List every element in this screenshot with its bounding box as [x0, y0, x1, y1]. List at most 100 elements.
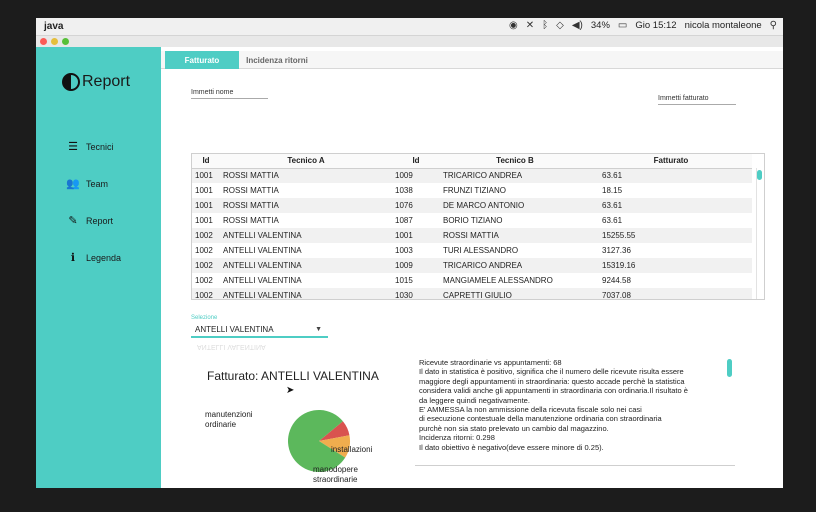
- table-cell: BORIO TIZIANO: [443, 216, 503, 225]
- table-cell: 15319.16: [590, 258, 752, 273]
- table-row[interactable]: 1002 ANTELLI VALENTINA 1003 TURI ALESSANDRO…: [192, 243, 752, 258]
- table-cell: 1001: [195, 186, 213, 195]
- tab-bar: Fatturato Incidenza ritorni: [161, 51, 783, 69]
- selected-value: ANTELLI VALENTINA: [195, 325, 274, 334]
- info-textarea[interactable]: Ricevute straordinarie vs appuntamenti: …: [415, 356, 735, 466]
- bluetooth-icon[interactable]: ᛒ: [542, 20, 548, 31]
- table-cell: 1002: [192, 288, 220, 299]
- table-cell: 1001: [195, 216, 213, 225]
- table-row[interactable]: 1002 ANTELLI VALENTINA 1001 ROSSI MATTIA 152…: [192, 228, 752, 243]
- user-name[interactable]: nicola montaleone: [685, 20, 762, 31]
- info-icon: ℹ: [70, 252, 76, 264]
- header-tecnico-a[interactable]: Tecnico A: [220, 154, 392, 169]
- table-cell: 1003: [395, 246, 413, 255]
- table-cell: 1015: [395, 276, 413, 285]
- battery-icon[interactable]: ▭: [618, 20, 627, 31]
- table-scrollbar[interactable]: [756, 168, 763, 299]
- info-line: Incidenza ritorni: 0.298: [419, 433, 495, 443]
- table-row[interactable]: 1002 ANTELLI VALENTINA 1015 MANGIAMELE ALES…: [192, 273, 752, 288]
- table-cell: 18.15: [602, 186, 623, 195]
- header-tecnico-b[interactable]: Tecnico B: [440, 154, 590, 169]
- table-cell: FRUNZI TIZIANO: [443, 186, 506, 195]
- table-cell: DE MARCO ANTONIO: [440, 198, 590, 213]
- status-area: ◉ ✕ ᛒ ◇ ◀) 34% ▭ Gio 15:12 nicola montal…: [509, 20, 777, 31]
- table-cell: 1030: [392, 288, 440, 299]
- table-cell: 63.61: [590, 198, 752, 213]
- info-line: considera validi anche gli appuntamenti …: [419, 386, 688, 396]
- volume-icon[interactable]: ◀): [572, 20, 583, 31]
- list-icon: ☰: [68, 141, 78, 153]
- title-bar: [36, 36, 783, 47]
- table-row[interactable]: 1002 ANTELLI VALENTINA 1009 TRICARICO ANDRE…: [192, 258, 752, 273]
- screen: java ◉ ✕ ᛒ ◇ ◀) 34% ▭ Gio 15:12 nicola m…: [0, 0, 816, 512]
- table-cell: 1038: [395, 186, 413, 195]
- logo: Report: [62, 73, 130, 91]
- table-row[interactable]: 1001 ROSSI MATTIA 1076 DE MARCO ANTONIO 63.6…: [192, 198, 752, 213]
- info-line: Il dato obiettivo è negativo(deve essere…: [419, 442, 604, 452]
- info-line: da leggere quindi negativamente.: [419, 395, 530, 405]
- table-cell: 1002: [195, 276, 213, 285]
- info-line: di esecuzione contestuale della manutenz…: [419, 414, 662, 424]
- users-icon: 👥: [66, 178, 80, 190]
- wifi-icon[interactable]: ◇: [556, 20, 564, 31]
- table-cell: TRICARICO ANDREA: [440, 168, 590, 183]
- tools-icon[interactable]: ✕: [526, 20, 534, 31]
- table-cell: 3127.36: [602, 246, 631, 255]
- results-table[interactable]: Id Tecnico A Id Tecnico B Fatturato 1001…: [191, 153, 765, 300]
- selection-label: Selezione: [191, 315, 218, 321]
- sidebar-item-tecnici[interactable]: ☰ Tecnici: [66, 140, 113, 153]
- table-row[interactable]: 1001 ROSSI MATTIA 1087 BORIO TIZIANO 63.61: [192, 213, 752, 228]
- record-icon[interactable]: ◉: [509, 20, 518, 31]
- header-fatturato[interactable]: Fatturato: [590, 154, 752, 169]
- tecnico-select[interactable]: ANTELLI VALENTINA ▼: [191, 322, 328, 338]
- app-window: Report ☰ Tecnici 👥 Team ✎ Report ℹ Legen…: [36, 36, 783, 488]
- minimize-button[interactable]: [51, 38, 58, 45]
- table-cell: MANGIAMELE ALESSANDRO: [443, 276, 553, 285]
- sidebar-item-report[interactable]: ✎ Report: [66, 214, 113, 227]
- sidebar-item-label: Team: [86, 178, 109, 189]
- table-cell: 1002: [195, 246, 213, 255]
- table-cell: ANTELLI VALENTINA: [223, 246, 302, 255]
- table-cell: TRICARICO ANDREA: [440, 258, 590, 273]
- table-body: 1001 ROSSI MATTIA 1009 TRICARICO ANDREA 63.6…: [192, 168, 752, 299]
- table-cell: CAPRETTI GIULIO: [440, 288, 590, 299]
- table-row[interactable]: 1002 ANTELLI VALENTINA 1030 CAPRETTI GIULIO…: [192, 288, 752, 299]
- table-row[interactable]: 1001 ROSSI MATTIA 1038 FRUNZI TIZIANO 18.15: [192, 183, 752, 198]
- table-cell: 1001: [392, 228, 440, 243]
- close-button[interactable]: [40, 38, 47, 45]
- table-row[interactable]: 1001 ROSSI MATTIA 1009 TRICARICO ANDREA 63.6…: [192, 168, 752, 183]
- info-line: Il dato in statistica è positivo, signif…: [419, 367, 684, 377]
- app-name: java: [44, 21, 64, 32]
- table-scroll-thumb[interactable]: [757, 170, 762, 180]
- pie-label-manutenzioni: manutenzioni ordinarie: [205, 410, 253, 429]
- header-id-b[interactable]: Id: [392, 154, 440, 169]
- table-cell: ANTELLI VALENTINA: [220, 228, 392, 243]
- logo-icon: [62, 73, 80, 91]
- zoom-button[interactable]: [62, 38, 69, 45]
- search-icon[interactable]: ⚲: [770, 20, 777, 31]
- info-line: maggiore degli appuntamenti in straordin…: [419, 376, 685, 386]
- pie-label-manodopere: manodopere straordinarie: [313, 465, 358, 484]
- sidebar-item-legenda[interactable]: ℹ Legenda: [66, 251, 121, 264]
- table-cell: 63.61: [590, 168, 752, 183]
- table-cell: 1009: [392, 258, 440, 273]
- chart-title: Fatturato: ANTELLI VALENTINA: [207, 369, 379, 383]
- table-cell: ANTELLI VALENTINA: [223, 276, 302, 285]
- table-cell: ROSSI MATTIA: [223, 186, 279, 195]
- header-id-a[interactable]: Id: [192, 154, 220, 169]
- table-cell: ROSSI MATTIA: [220, 168, 392, 183]
- sidebar-item-team[interactable]: 👥 Team: [66, 177, 108, 190]
- clock[interactable]: Gio 15:12: [635, 20, 676, 31]
- menu-bar: java ◉ ✕ ᛒ ◇ ◀) 34% ▭ Gio 15:12 nicola m…: [36, 18, 783, 36]
- tab-fatturato[interactable]: Fatturato: [165, 51, 239, 69]
- table-cell: 15255.55: [590, 228, 752, 243]
- info-line: E' AMMESSA la non ammissione della ricev…: [419, 405, 642, 415]
- info-scroll-thumb[interactable]: [727, 359, 732, 377]
- tab-incidenza-ritorni[interactable]: Incidenza ritorni: [241, 51, 313, 69]
- name-field[interactable]: Immetti nome: [191, 89, 268, 99]
- table-cell: ROSSI MATTIA: [440, 228, 590, 243]
- chevron-down-icon: ▼: [315, 326, 322, 333]
- fatturato-field[interactable]: Immetti fatturato: [658, 95, 736, 105]
- table-cell: TURI ALESSANDRO: [443, 246, 519, 255]
- info-line: Ricevute straordinarie vs appuntamenti: …: [419, 358, 562, 367]
